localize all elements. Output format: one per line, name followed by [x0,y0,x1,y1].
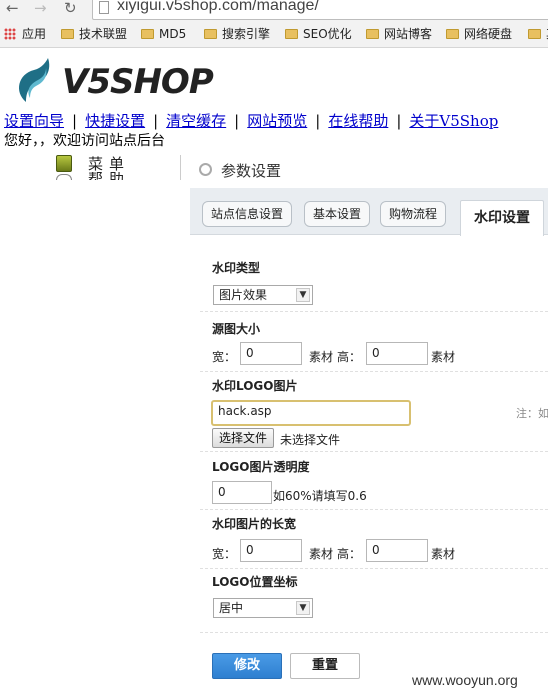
bookmark-item[interactable]: 技术联盟 [61,24,127,46]
source-height-input[interactable]: 0 [366,342,428,365]
source-height-unit: 素材 [431,350,456,364]
tab-site-info[interactable]: 站点信息设置 [202,201,293,227]
source-height-label: 高： [337,350,362,364]
logo-position-select[interactable]: 居中 ▼ [213,598,313,618]
folder-icon [141,29,154,39]
logo-opacity-input[interactable]: 0 [212,481,272,504]
logo-image-path-input[interactable]: hack.asp [211,400,411,426]
watermark-height-label: 高： [337,547,362,561]
link-about[interactable]: 关于V5Shop [409,112,498,130]
watermark-width-unit: 素材 [309,547,334,561]
logo-opacity-hint: 如60%请填写0.6 [273,489,367,503]
browser-chrome: ← → ↻ xiyigui.v5shop.com/manage/ 应用 技术联盟… [0,0,548,48]
address-text: xiyigui.v5shop.com/manage/ [117,0,319,14]
folder-icon [285,29,298,39]
address-bar[interactable]: xiyigui.v5shop.com/manage/ [92,0,548,20]
logo-wordmark: V5SHOP [62,62,214,102]
link-online-help[interactable]: 在线帮助 [328,112,388,130]
source-size-label: 源图大小 [212,322,261,336]
bookmark-item[interactable]: MD5 [141,24,186,46]
logo-position-value: 居中 [219,601,244,615]
link-separator: | [153,112,159,130]
source-width-input[interactable]: 0 [240,342,302,365]
divider [200,371,548,372]
divider [200,509,548,510]
apps-grid-icon [4,28,16,40]
chevron-down-icon: ▼ [296,288,310,302]
folder-icon [446,29,459,39]
watermark-height-input[interactable]: 0 [366,539,428,562]
back-arrow-icon[interactable]: ← [6,0,19,16]
logo-image-note: 注：如 [516,407,548,420]
link-separator: | [72,112,78,130]
bookmark-apps[interactable]: 应用 [4,24,46,46]
link-clear-cache[interactable]: 清空缓存 [166,112,226,130]
divider [200,632,548,633]
reset-button[interactable]: 重置 [290,653,360,679]
logo-opacity-label: LOGO图片透明度 [212,460,310,474]
tab-checkout[interactable]: 购物流程 [380,201,447,227]
link-quick-settings[interactable]: 快捷设置 [85,112,145,130]
sidebar-divider [180,155,181,180]
tab-bar: 站点信息设置 基本设置 购物流程 水印设置 [190,188,548,236]
source-width-label: 宽： [212,350,237,364]
divider [200,451,548,452]
sidebar-menu-label[interactable]: 菜单 [88,153,130,174]
watermark-type-select[interactable]: 图片效果 ▼ [213,285,313,305]
sidebar-help-label[interactable]: 帮助 [88,172,130,180]
logo-swirl-icon [19,58,50,102]
top-link-bar: 设置向导 | 快捷设置 | 清空缓存 | 网站预览 | 在线帮助 | 关于V5Shop [4,110,498,131]
watermark-type-value: 图片效果 [219,288,268,302]
bookmark-item[interactable]: 搜索引擎 [204,24,270,46]
link-separator: | [396,112,402,130]
save-button[interactable]: 修改 [212,653,282,679]
link-site-preview[interactable]: 网站预览 [247,112,307,130]
tab-watermark[interactable]: 水印设置 [460,200,544,236]
reload-icon[interactable]: ↻ [64,0,77,16]
watermark-type-label: 水印类型 [212,261,261,275]
watermark-width-input[interactable]: 0 [240,539,302,562]
menu-stack-icon [56,155,72,172]
link-separator: | [315,112,321,130]
folder-icon [204,29,217,39]
source-width-unit: 素材 [309,350,334,364]
greeting-text: 您好，，欢迎访问站点后台 [4,133,165,149]
logo-image-label: 水印LOGO图片 [212,379,298,393]
folder-icon [61,29,74,39]
site-logo: V5SHOP [12,56,232,106]
browser-nav-row: ← → ↻ xiyigui.v5shop.com/manage/ [0,0,548,22]
page-icon [99,1,109,14]
settings-circle-icon [199,163,212,176]
choose-file-button[interactable]: 选择文件 [212,428,275,448]
chevron-down-icon: ▼ [296,601,310,615]
watermark-height-unit: 素材 [431,547,456,561]
watermark-size-label: 水印图片的长宽 [212,517,297,531]
link-separator: | [234,112,240,130]
bookmarks-bar: 应用 技术联盟 MD5 搜索引擎 SEO优化 网站博客 网络硬盘 其他 [0,24,548,46]
divider [200,311,548,312]
bookmark-item[interactable]: SEO优化 [285,24,352,46]
bookmark-item[interactable]: 其他 [528,24,548,46]
divider [200,568,548,569]
no-file-chosen-text: 未选择文件 [280,433,341,447]
link-setup-wizard[interactable]: 设置向导 [4,112,64,130]
watermark-width-label: 宽： [212,547,237,561]
folder-icon [366,29,379,39]
tab-basic[interactable]: 基本设置 [304,201,371,227]
panel-title: 参数设置 [221,162,282,180]
logo-position-label: LOGO位置坐标 [212,575,298,589]
bookmark-item[interactable]: 网络硬盘 [446,24,512,46]
forward-arrow-icon[interactable]: → [34,0,47,16]
folder-icon [528,29,541,39]
help-icon [56,174,72,180]
bookmark-item[interactable]: 网站博客 [366,24,432,46]
source-watermark: www.wooyun.org [412,672,518,688]
